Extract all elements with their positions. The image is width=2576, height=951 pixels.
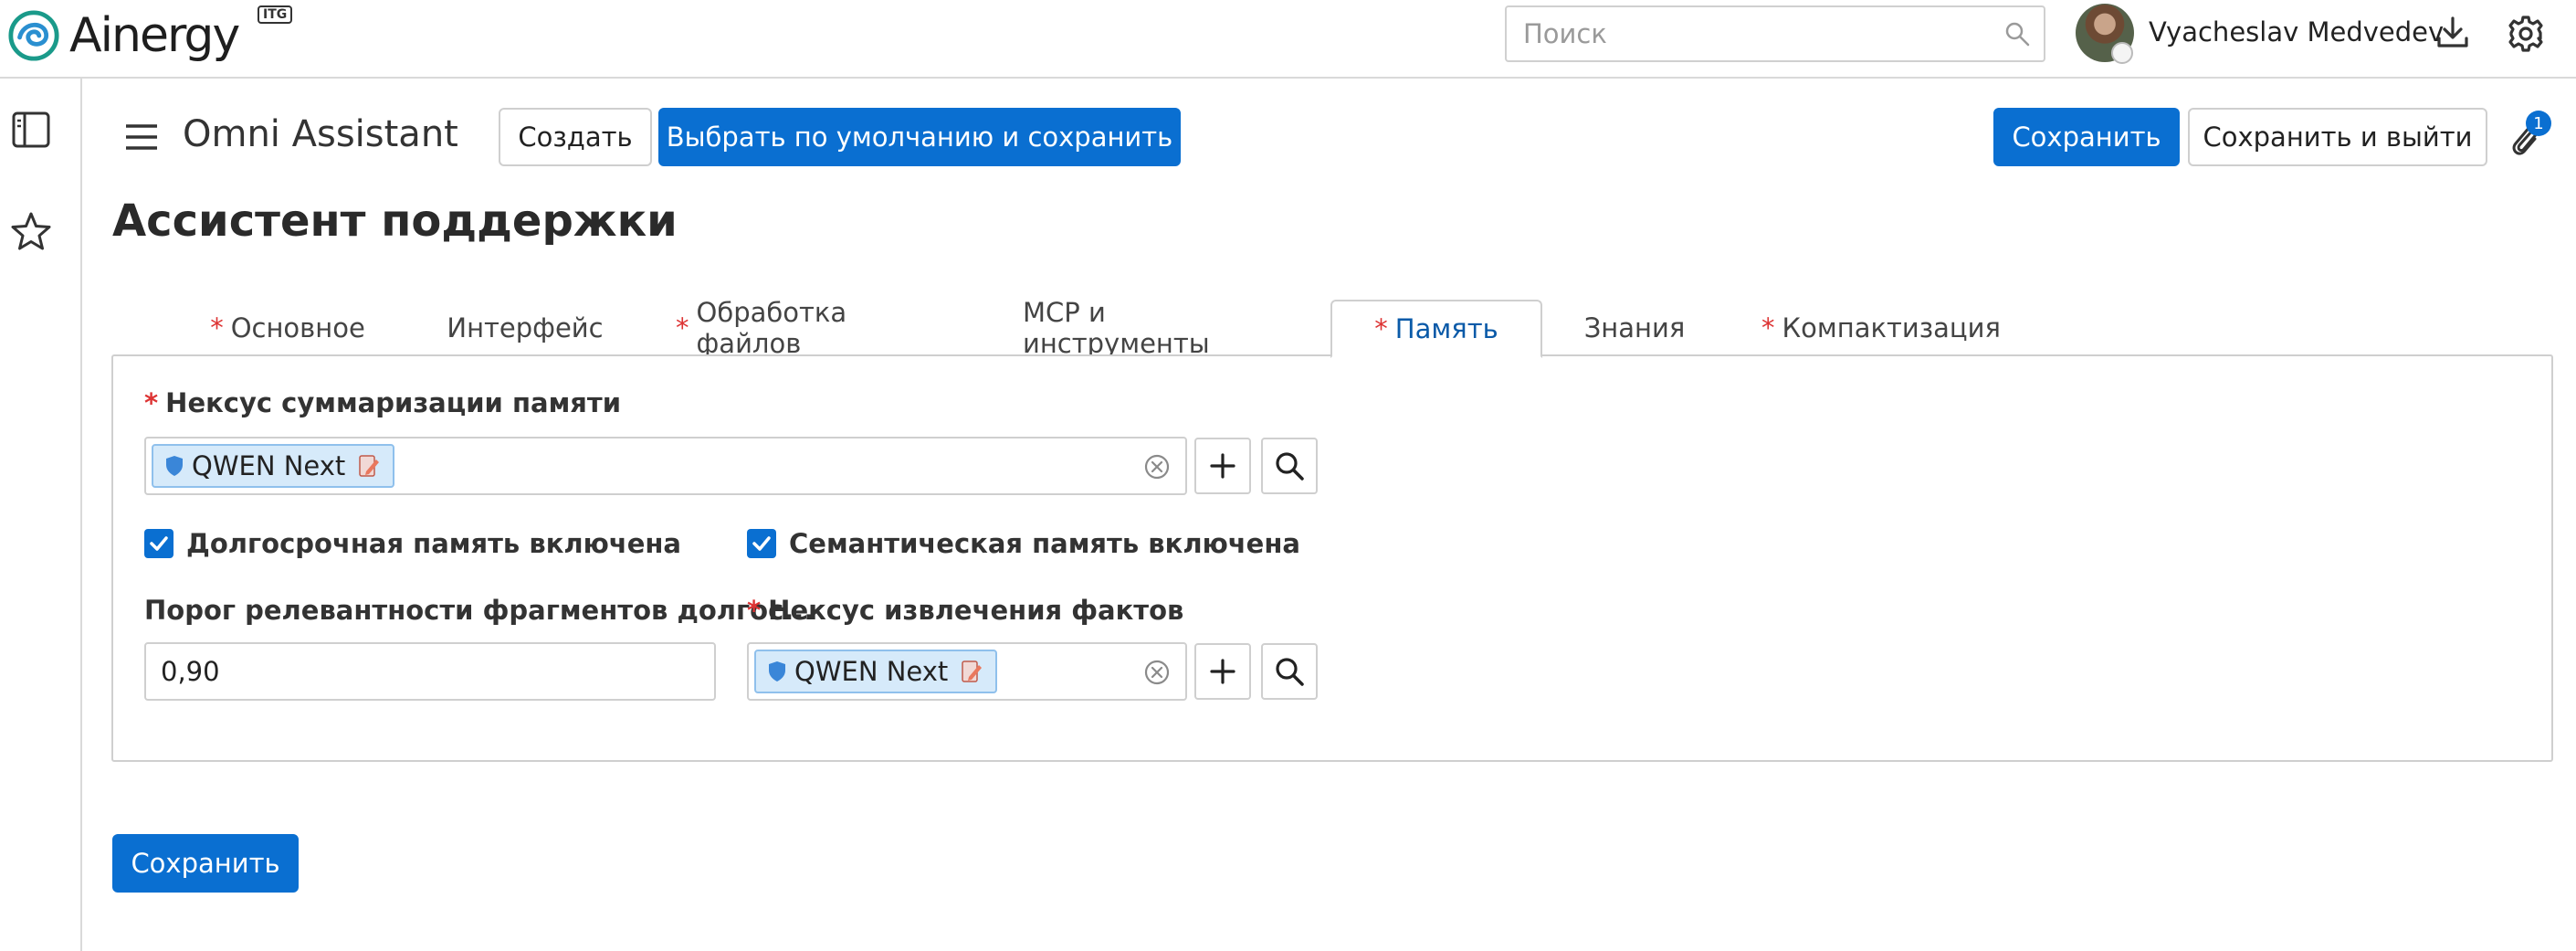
tab-label: Основное (230, 312, 365, 343)
document-edit-icon (359, 455, 380, 477)
tab-label: Интерфейс (447, 312, 604, 343)
chip-label: QWEN Next (794, 656, 949, 687)
logo-badge: ITG (258, 5, 293, 24)
download-icon[interactable] (2434, 15, 2471, 51)
page-title: Ассистент поддержки (112, 195, 678, 247)
semantic-memory-checkbox[interactable] (747, 529, 776, 558)
top-bar: Ainergy ITG Vyacheslav Medvedev (0, 0, 2576, 79)
global-search (1505, 5, 2045, 62)
app-title: Omni Assistant (183, 113, 458, 155)
relevance-threshold-field (144, 642, 716, 701)
create-button[interactable]: Создать (499, 108, 652, 166)
search-icon[interactable] (2003, 20, 2031, 48)
save-button[interactable]: Сохранить (1993, 108, 2180, 166)
attachments-count-badge: 1 (2526, 111, 2551, 136)
summarization-nexus-label: * Нексус суммаризации памяти (144, 387, 621, 418)
avatar-status-badge (2111, 42, 2133, 64)
favorites-star-icon[interactable] (9, 210, 53, 254)
shield-icon (769, 661, 785, 682)
required-marker: * (210, 312, 224, 343)
selected-nexus-chip[interactable]: QWEN Next (152, 444, 395, 488)
tab-label: Память (1394, 313, 1498, 344)
tab-memory[interactable]: * Память (1330, 300, 1542, 358)
save-and-exit-button[interactable]: Сохранить и выйти (2188, 108, 2487, 166)
summarization-nexus-lookup[interactable]: QWEN Next (144, 437, 1187, 495)
logo-text: Ainergy (69, 8, 240, 63)
tab-mcp-tools[interactable]: MCP и инструменты (1023, 297, 1297, 359)
search-summarization-nexus-button[interactable] (1261, 438, 1318, 494)
logo[interactable]: Ainergy (7, 4, 240, 68)
tab-general[interactable]: * Основное (201, 300, 374, 356)
ainergy-logo-icon (8, 10, 59, 61)
long-term-memory-label[interactable]: Долгосрочная память включена (186, 528, 681, 559)
required-marker: * (747, 595, 762, 626)
selected-nexus-chip[interactable]: QWEN Next (754, 650, 998, 693)
required-marker: * (144, 387, 159, 418)
required-marker: * (1374, 313, 1388, 344)
semantic-memory-label[interactable]: Семантическая память включена (789, 528, 1300, 559)
tab-label: MCP и инструменты (1023, 297, 1210, 359)
checkmark-icon (752, 536, 771, 551)
sidebar-toggle-icon[interactable] (11, 110, 51, 150)
tab-compaction[interactable]: * Компактизация (1761, 300, 2001, 356)
checkmark-icon (150, 536, 168, 551)
fact-extraction-nexus-lookup[interactable]: QWEN Next (747, 642, 1187, 701)
required-marker: * (1761, 312, 1775, 343)
fact-extraction-nexus-label-text: Нексус извлечения фактов (768, 595, 1184, 626)
plus-icon (1210, 659, 1235, 684)
magnifier-icon (1276, 658, 1304, 686)
add-summarization-nexus-button[interactable] (1194, 438, 1251, 494)
clear-icon[interactable] (1143, 659, 1171, 686)
tab-label: Компактизация (1782, 312, 2001, 343)
left-rail (0, 79, 82, 951)
magnifier-icon (1276, 452, 1304, 481)
summarization-nexus-label-text: Нексус суммаризации памяти (165, 387, 622, 418)
footer-save-button[interactable]: Сохранить (112, 834, 299, 893)
fact-extraction-nexus-label: * Нексус извлечения фактов (747, 595, 1183, 626)
tab-knowledge[interactable]: Знания (1571, 300, 1698, 356)
plus-icon (1210, 453, 1235, 479)
search-fact-extraction-nexus-button[interactable] (1261, 643, 1318, 700)
tab-file-processing[interactable]: * Обработка файлов (676, 297, 950, 359)
chip-label: QWEN Next (192, 450, 346, 481)
menu-icon[interactable] (123, 122, 160, 153)
clear-icon[interactable] (1143, 453, 1171, 481)
tab-label: Знания (1583, 312, 1686, 343)
long-term-memory-checkbox[interactable] (144, 529, 173, 558)
document-edit-icon (962, 660, 983, 682)
required-marker: * (676, 312, 689, 343)
select-default-and-save-button[interactable]: Выбрать по умолчанию и сохранить (658, 108, 1181, 166)
gear-icon[interactable] (2507, 15, 2545, 53)
add-fact-extraction-nexus-button[interactable] (1194, 643, 1251, 700)
user-name[interactable]: Vyacheslav Medvedev (2149, 16, 2444, 48)
relevance-threshold-label: Порог релевантности фрагментов долгос... (144, 595, 815, 626)
tab-label: Обработка файлов (696, 297, 847, 359)
search-input[interactable] (1507, 7, 1982, 60)
relevance-threshold-input[interactable] (146, 644, 714, 699)
tab-interface[interactable]: Интерфейс (438, 300, 612, 356)
shield-icon (166, 456, 183, 476)
